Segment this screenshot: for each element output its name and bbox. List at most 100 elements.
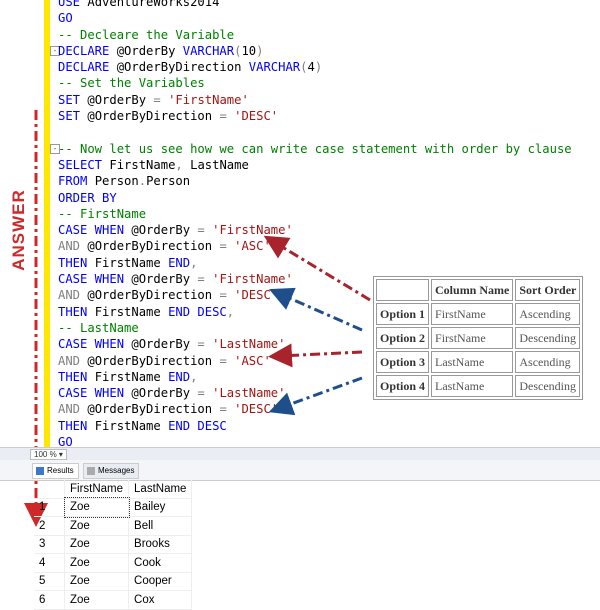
option-label: Option 1 — [376, 303, 430, 325]
code-line[interactable]: CASE WHEN @OrderBy = 'FirstName' — [58, 222, 572, 238]
code-token: END — [168, 369, 191, 384]
code-token: 'ASC' — [234, 353, 271, 368]
options-row: Option 3 LastName Ascending — [376, 351, 581, 373]
code-line[interactable]: SET @OrderByDirection = 'DESC' — [58, 108, 572, 124]
column-header[interactable]: FirstName — [64, 480, 130, 499]
option-column: LastName — [431, 351, 514, 373]
code-token: SET — [58, 109, 88, 124]
grid-header-row: FirstName LastName — [34, 480, 193, 499]
code-token: FirstName — [94, 418, 169, 433]
code-token: LastName — [190, 157, 249, 172]
column-header[interactable]: LastName — [128, 480, 193, 499]
option-sort: Ascending — [515, 303, 581, 325]
options-header-row: Column Name Sort Order — [376, 279, 581, 301]
cell-lastname[interactable]: Bell — [128, 516, 193, 536]
code-token: 'DESC' — [234, 109, 279, 124]
cell-lastname[interactable]: Bailey — [128, 498, 193, 517]
code-token: = — [197, 386, 213, 401]
code-token: , — [190, 369, 198, 384]
code-token: END DESC — [168, 304, 227, 319]
code-token: THEN — [58, 369, 95, 384]
table-row[interactable]: 1 Zoe Bailey — [34, 497, 193, 518]
answer-label: ANSWER — [8, 189, 28, 271]
code-token: 'LastName' — [212, 386, 286, 401]
code-line[interactable]: -- Set the Variables — [58, 75, 572, 91]
cell-firstname[interactable]: Zoe — [64, 516, 130, 536]
code-token: GO — [58, 11, 73, 26]
code-token: @OrderByDirection — [116, 60, 249, 75]
row-number: 3 — [34, 535, 65, 554]
code-token: FirstName — [94, 369, 169, 384]
code-line[interactable]: FROM Person.Person — [58, 173, 572, 189]
code-line[interactable]: GO — [58, 10, 572, 26]
cell-firstname[interactable]: Zoe — [64, 553, 130, 573]
code-token: 4 — [307, 60, 315, 75]
tab-results[interactable]: Results — [32, 463, 79, 479]
code-token: VARCHAR — [182, 43, 235, 58]
code-token: END DESC — [168, 418, 227, 433]
code-line[interactable]: -- FirstName — [58, 206, 572, 222]
options-header-cell: Column Name — [431, 279, 514, 301]
cell-firstname[interactable]: Zoe — [63, 497, 130, 518]
code-token: = — [219, 239, 235, 254]
option-column: FirstName — [431, 327, 514, 349]
option-column: FirstName — [431, 303, 514, 325]
option-label: Option 3 — [376, 351, 430, 373]
code-token: = — [219, 288, 235, 303]
code-token: CASE WHEN — [58, 337, 132, 352]
tab-messages[interactable]: Messages — [83, 463, 140, 479]
code-line[interactable]: -- Now let us see how we can write case … — [58, 141, 572, 157]
code-token: @OrderByDirection — [87, 109, 220, 124]
table-row[interactable]: 4 Zoe Cook — [34, 553, 193, 573]
code-line[interactable]: THEN FirstName END DESC — [58, 418, 572, 434]
code-token: 'DESC' — [234, 402, 279, 417]
code-token: = — [153, 92, 169, 107]
code-line[interactable]: AND @OrderByDirection = 'ASC' — [58, 238, 572, 254]
code-token: -- Now let us see how we can write case … — [58, 141, 572, 156]
cell-firstname[interactable]: Zoe — [64, 572, 130, 591]
code-token: @OrderBy — [131, 223, 198, 238]
code-token: AND — [58, 239, 88, 254]
code-line[interactable]: AND @OrderByDirection = 'DESC' — [58, 401, 572, 417]
table-row[interactable]: 5 Zoe Cooper — [34, 572, 193, 591]
code-token: FirstName — [109, 157, 176, 172]
table-row[interactable]: 2 Zoe Bell — [34, 516, 193, 536]
code-line[interactable]: ORDER BY — [58, 190, 572, 206]
option-column: LastName — [431, 375, 514, 397]
cell-lastname[interactable]: Cook — [128, 553, 193, 573]
option-sort: Descending — [515, 327, 581, 349]
results-grid[interactable]: FirstName LastName 1 Zoe Bailey 2 Zoe Be… — [34, 480, 193, 610]
code-line[interactable] — [58, 124, 572, 140]
cell-lastname[interactable]: Cooper — [128, 572, 193, 591]
code-token: FROM — [58, 174, 95, 189]
code-line[interactable]: THEN FirstName END, — [58, 255, 572, 271]
code-token: ( — [300, 60, 308, 75]
code-token: THEN — [58, 255, 95, 270]
results-tabs: Results Messages — [0, 460, 600, 481]
table-row[interactable]: 3 Zoe Brooks — [34, 535, 193, 554]
tab-messages-label: Messages — [98, 466, 135, 475]
code-token: = — [219, 353, 235, 368]
code-line[interactable]: DECLARE @OrderByDirection VARCHAR(4) — [58, 59, 572, 75]
code-line[interactable]: SET @OrderBy = 'FirstName' — [58, 92, 572, 108]
code-token: Person — [146, 174, 191, 189]
code-token: @OrderBy — [116, 43, 183, 58]
code-token: 'FirstName' — [212, 272, 293, 287]
code-token: 10 — [241, 43, 257, 58]
code-line[interactable]: SELECT FirstName, LastName — [58, 157, 572, 173]
options-row: Option 2 FirstName Descending — [376, 327, 581, 349]
code-token: @OrderByDirection — [87, 288, 220, 303]
code-line[interactable]: -- Decleare the Variable — [58, 27, 572, 43]
cell-firstname[interactable]: Zoe — [64, 535, 130, 554]
code-token: @OrderBy — [131, 386, 198, 401]
code-token: 'LastName' — [212, 337, 286, 352]
code-line[interactable]: USE AdventureWorks2014 — [58, 0, 572, 10]
code-line[interactable]: DECLARE @OrderBy VARCHAR(10) — [58, 43, 572, 59]
option-label: Option 2 — [376, 327, 430, 349]
code-token: 'DESC' — [234, 288, 279, 303]
zoom-dropdown[interactable]: 100 % ▾ — [30, 449, 67, 460]
code-token: CASE WHEN — [58, 272, 132, 287]
code-token: THEN — [58, 418, 95, 433]
row-number: 4 — [34, 553, 65, 573]
cell-lastname[interactable]: Brooks — [128, 535, 193, 554]
